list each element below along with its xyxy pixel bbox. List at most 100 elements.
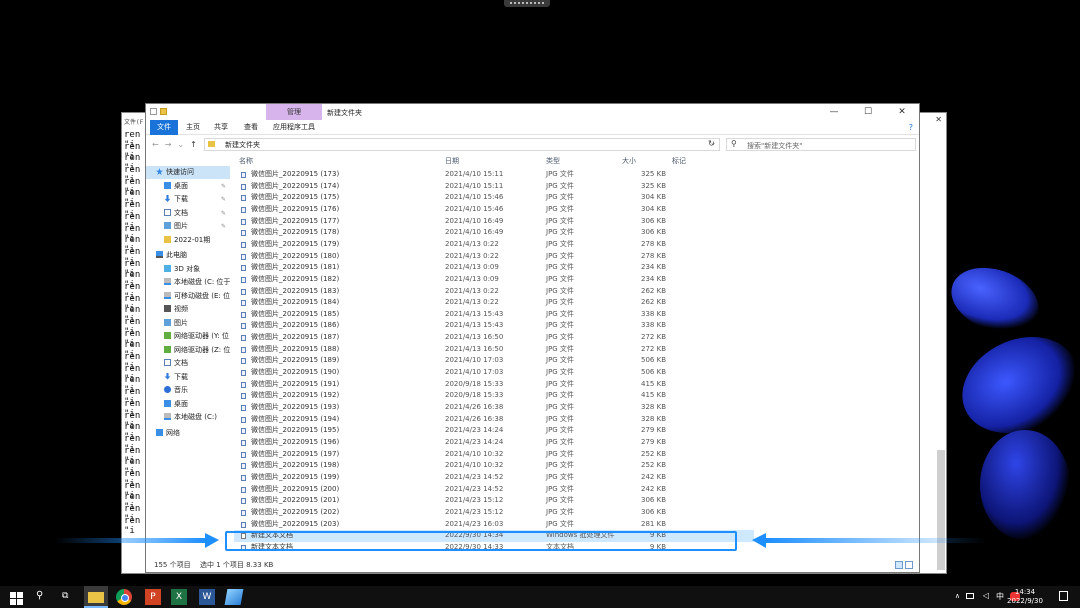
address-box[interactable]: 新建文件夹 ⌄ [204,138,720,151]
file-row[interactable]: 微信图片_20220915 (186) 2021/4/13 15:43 JPG 文件… [234,320,754,332]
column-name-header[interactable]: 名称 [239,156,253,168]
file-row[interactable]: 微信图片_20220915 (179) 2021/4/13 0:22 JPG 文件 2… [234,239,754,251]
nav-item[interactable]: 下载 [146,371,230,384]
tab-share[interactable]: 共享 [214,120,228,135]
volume-icon[interactable]: ◁ [983,591,989,600]
nav-item[interactable]: 2022-01期 [146,234,230,247]
title-bar[interactable]: 管理 新建文件夹 — ☐ ✕ [146,104,919,120]
file-row[interactable]: 微信图片_20220915 (195) 2021/4/23 14:24 JPG 文件… [234,425,754,437]
notepad-close-button[interactable]: ✕ [935,115,942,124]
clock[interactable]: 14:34 2022/9/30 [1004,588,1046,606]
file-row[interactable]: 微信图片_20220915 (181) 2021/4/13 0:09 JPG 文件 2… [234,262,754,274]
pin-icon[interactable]: ✎ [221,180,226,193]
file-row[interactable]: 微信图片_20220915 (185) 2021/4/13 15:43 JPG 文件… [234,309,754,321]
file-row[interactable]: 微信图片_20220915 (203) 2021/4/23 16:03 JPG 文件… [234,519,754,531]
column-type-header[interactable]: 类型 [546,156,560,168]
help-icon[interactable]: ? [909,120,913,135]
file-row[interactable]: 微信图片_20220915 (190) 2021/4/10 17:03 JPG 文件… [234,367,754,379]
file-row[interactable]: 微信图片_20220915 (178) 2021/4/10 16:49 JPG 文件… [234,227,754,239]
powerpoint-icon[interactable]: P [145,589,161,605]
notification-icon[interactable] [1059,591,1068,601]
search-icon[interactable]: ⚲ [36,590,52,606]
tab-view[interactable]: 查看 [244,120,258,135]
nav-item[interactable]: 图片 ✎ [146,220,230,233]
file-row[interactable]: 微信图片_20220915 (202) 2021/4/23 15:12 JPG 文件… [234,507,754,519]
chrome-icon[interactable] [116,589,132,605]
tray-chevron-up-icon[interactable]: ∧ [955,592,960,600]
file-row[interactable]: 微信图片_20220915 (187) 2021/4/13 16:50 JPG 文件… [234,332,754,344]
pin-icon[interactable]: ✎ [221,220,226,233]
file-row[interactable]: 微信图片_20220915 (199) 2021/4/23 14:52 JPG 文件… [234,472,754,484]
column-date-header[interactable]: 日期 [445,156,459,168]
pin-icon[interactable]: ✎ [221,193,226,206]
back-arrow-icon[interactable]: ← [152,140,165,149]
file-row[interactable]: 微信图片_20220915 (175) 2021/4/10 15:46 JPG 文件… [234,192,754,204]
app-icon[interactable] [224,589,244,605]
nav-item[interactable]: 文档 [146,357,230,370]
new-folder-icon[interactable] [160,108,167,115]
file-row[interactable]: 微信图片_20220915 (200) 2021/4/23 14:52 JPG 文件… [234,484,754,496]
file-row[interactable]: 微信图片_20220915 (192) 2020/9/18 15:33 JPG 文件… [234,390,754,402]
file-row[interactable]: 微信图片_20220915 (177) 2021/4/10 16:49 JPG 文件… [234,216,754,228]
excel-icon[interactable]: X [171,589,187,605]
up-arrow-icon[interactable]: ↑ [190,140,203,149]
tab-home[interactable]: 主页 [186,120,200,135]
close-button[interactable]: ✕ [885,104,919,120]
notepad-scrollbar-lower[interactable] [937,450,945,570]
pin-icon[interactable]: ✎ [221,207,226,220]
nav-item[interactable]: 文档 ✎ [146,207,230,220]
file-row[interactable]: 微信图片_20220915 (188) 2021/4/13 16:50 JPG 文件… [234,344,754,356]
history-chevron-icon[interactable]: ⌄ [177,140,190,149]
column-tag-header[interactable]: 标记 [672,156,686,168]
file-row[interactable]: 微信图片_20220915 (198) 2021/4/10 10:32 JPG 文件… [234,460,754,472]
file-row[interactable]: 微信图片_20220915 (183) 2021/4/13 0:22 JPG 文件 2… [234,286,754,298]
file-row[interactable]: 微信图片_20220915 (191) 2020/9/18 15:33 JPG 文件… [234,379,754,391]
nav-item[interactable]: 图片 [146,317,230,330]
minimize-button[interactable]: — [817,104,851,120]
file-row[interactable]: 微信图片_20220915 (176) 2021/4/10 15:46 JPG 文件… [234,204,754,216]
nav-item[interactable]: 快速访问 [146,166,230,179]
large-icons-view-icon[interactable] [905,561,913,569]
nav-item[interactable]: 视频 [146,303,230,316]
file-row[interactable]: 微信图片_20220915 (189) 2021/4/10 17:03 JPG 文件… [234,355,754,367]
nav-item[interactable]: 此电脑 [146,249,230,262]
nav-item[interactable]: 网络驱动器 (Y: 位 [146,330,230,343]
search-input[interactable]: ⚲ 搜索"新建文件夹" [726,138,916,151]
file-row[interactable]: 微信图片_20220915 (173) 2021/4/10 15:11 JPG 文件… [234,169,754,181]
start-button[interactable] [10,592,23,605]
nav-item[interactable]: 可移动磁盘 (E: 位 [146,290,230,303]
file-row[interactable]: 微信图片_20220915 (194) 2021/4/26 16:38 JPG 文件… [234,414,754,426]
network-icon[interactable] [966,593,974,599]
properties-icon[interactable] [150,108,157,115]
word-icon[interactable]: W [199,589,215,605]
file-explorer-icon[interactable] [88,592,104,603]
nav-item[interactable]: 网络驱动器 (Z: 位 [146,344,230,357]
notepad-menu-file[interactable]: 文件(F [122,113,147,130]
forward-arrow-icon[interactable]: → [165,140,178,149]
address-path[interactable]: 新建文件夹 [225,140,260,150]
tab-app-tools[interactable]: 应用程序工具 [273,120,315,135]
file-row[interactable]: 微信图片_20220915 (174) 2021/4/10 15:11 JPG 文件… [234,181,754,193]
nav-item[interactable]: 网络 [146,427,230,440]
nav-item[interactable]: 桌面 ✎ [146,180,230,193]
maximize-button[interactable]: ☐ [851,104,885,120]
top-drag-handle[interactable] [504,0,550,7]
file-row[interactable]: 微信图片_20220915 (197) 2021/4/10 10:32 JPG 文件… [234,449,754,461]
nav-item[interactable]: 本地磁盘 (C: 位于 [146,276,230,289]
column-size-header[interactable]: 大小 [622,156,636,168]
file-row[interactable]: 微信图片_20220915 (182) 2021/4/13 0:09 JPG 文件 2… [234,274,754,286]
refresh-icon[interactable]: ↻ [708,139,715,148]
file-row[interactable]: 微信图片_20220915 (201) 2021/4/23 15:12 JPG 文件… [234,495,754,507]
details-view-icon[interactable] [895,561,903,569]
file-row[interactable]: 微信图片_20220915 (196) 2021/4/23 14:24 JPG 文件… [234,437,754,449]
tab-file[interactable]: 文件 [150,120,178,135]
nav-item[interactable]: 3D 对象 [146,263,230,276]
ime-indicator[interactable]: 中 [996,591,1004,602]
nav-item[interactable]: 音乐 [146,384,230,397]
file-row[interactable]: 微信图片_20220915 (193) 2021/4/26 16:38 JPG 文件… [234,402,754,414]
nav-item[interactable]: 本地磁盘 (C:) [146,411,230,424]
nav-item[interactable]: 下载 ✎ [146,193,230,206]
manage-tab[interactable]: 管理 [266,104,322,120]
task-view-icon[interactable]: ⧉ [62,591,78,607]
file-row[interactable]: 微信图片_20220915 (180) 2021/4/13 0:22 JPG 文件 2… [234,251,754,263]
